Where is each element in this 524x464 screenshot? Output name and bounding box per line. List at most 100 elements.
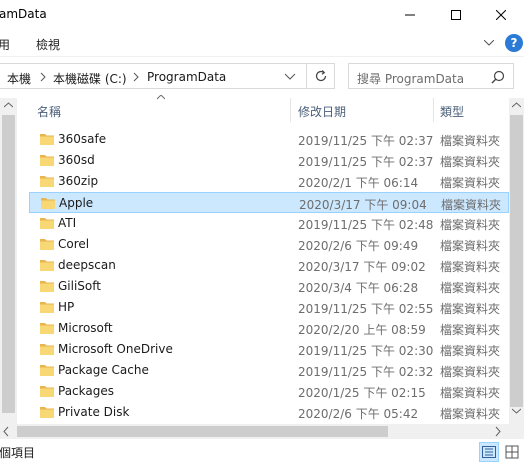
scroll-left-arrow-icon[interactable] (3, 426, 9, 437)
scrollbar-corner (509, 424, 524, 439)
file-name: Private Disk (58, 405, 130, 419)
large-icons-view-button[interactable] (502, 442, 522, 462)
close-icon (496, 10, 506, 20)
file-date-modified: 2020/3/17 下午 09:04 (299, 198, 427, 212)
file-type: 檔案資料夾 (440, 344, 501, 358)
scrollbar-thumb[interactable] (510, 115, 523, 407)
file-date-modified: 2020/3/4 下午 06:28 (298, 281, 419, 295)
large-icons-view-icon (505, 445, 519, 459)
ribbon-tabs: 用 檢視 ? (0, 30, 524, 56)
status-bar: 個項目 (0, 439, 524, 464)
file-name: 360sd (58, 153, 95, 167)
file-row[interactable]: ATI 2019/11/25 下午 02:48 檔案資料夾 (29, 213, 509, 234)
file-row[interactable]: HP 2019/11/25 下午 02:55 檔案資料夾 (29, 297, 509, 318)
file-row[interactable]: Package Cache 2019/11/25 下午 02:32 檔案資料夾 (29, 360, 509, 381)
maximize-button[interactable] (433, 0, 479, 30)
scrollbar-thumb[interactable] (17, 426, 388, 437)
breadcrumb-programdata[interactable]: ProgramData (147, 70, 226, 84)
details-view-icon (482, 446, 496, 458)
file-name: deepscan (58, 258, 116, 272)
column-type[interactable]: 類型 (440, 103, 464, 120)
ribbon-expand-button[interactable] (480, 35, 498, 51)
sort-ascending-icon (157, 95, 165, 100)
minimize-button[interactable] (387, 0, 433, 30)
file-row[interactable]: deepscan 2020/3/17 下午 09:02 檔案資料夾 (29, 255, 509, 276)
breadcrumb-this-pc[interactable]: 本機 (7, 70, 31, 87)
folder-icon (40, 260, 54, 271)
file-type: 檔案資料夾 (440, 386, 501, 400)
folder-icon (40, 134, 54, 145)
file-date-modified: 2019/11/25 下午 02:32 (298, 365, 434, 379)
file-name: 360safe (58, 132, 107, 146)
column-name[interactable]: 名稱 (37, 103, 61, 120)
navigation-pane-scrollbar[interactable] (0, 98, 17, 424)
search-icon[interactable] (491, 70, 505, 84)
title-bar: amData (0, 0, 524, 30)
folder-icon (40, 218, 54, 229)
file-row[interactable]: Microsoft 2020/2/20 上午 08:59 檔案資料夾 (29, 318, 509, 339)
scroll-down-arrow-icon[interactable] (512, 408, 521, 414)
file-type: 檔案資料夾 (441, 198, 502, 212)
file-type: 檔案資料夾 (440, 281, 501, 295)
folder-icon (40, 365, 54, 376)
vertical-scrollbar[interactable] (509, 98, 524, 424)
minimize-icon (405, 14, 415, 16)
chevron-right-icon[interactable] (39, 72, 47, 82)
file-type: 檔案資料夾 (440, 239, 501, 253)
file-name: GiliSoft (58, 279, 101, 293)
address-bar[interactable]: 本機 本機磁碟 (C:) ProgramData (0, 63, 307, 89)
folder-icon (40, 302, 54, 313)
search-box[interactable]: 搜尋 ProgramData (348, 63, 514, 89)
folder-icon (40, 239, 54, 250)
column-header: 名稱 修改日期 類型 (17, 95, 509, 122)
file-date-modified: 2020/2/6 下午 05:42 (298, 407, 419, 421)
file-row[interactable]: Corel 2020/2/6 下午 09:49 檔案資料夾 (29, 234, 509, 255)
file-date-modified: 2019/11/25 下午 02:37 (298, 134, 434, 148)
tab-view[interactable]: 檢視 (36, 36, 60, 53)
file-type: 檔案資料夾 (440, 323, 501, 337)
file-date-modified: 2020/2/1 下午 06:14 (298, 176, 419, 190)
file-row[interactable]: Apple 2020/3/17 下午 09:04 檔案資料夾 (29, 192, 509, 213)
folder-icon (40, 155, 54, 166)
close-button[interactable] (478, 0, 524, 30)
scroll-up-arrow-icon[interactable] (512, 102, 521, 108)
file-type: 檔案資料夾 (440, 218, 501, 232)
chevron-down-icon[interactable] (283, 71, 297, 83)
breadcrumb-local-disk[interactable]: 本機磁碟 (C:) (53, 70, 127, 87)
refresh-icon (315, 70, 326, 82)
tab-share[interactable]: 用 (0, 36, 10, 53)
search-placeholder: 搜尋 ProgramData (357, 72, 465, 86)
column-date-modified[interactable]: 修改日期 (298, 103, 346, 120)
file-type: 檔案資料夾 (440, 302, 501, 316)
details-view-button[interactable] (479, 442, 499, 462)
file-date-modified: 2020/3/17 下午 09:02 (298, 260, 426, 274)
maximize-icon (451, 10, 461, 20)
file-row[interactable]: Private Disk 2020/2/6 下午 05:42 檔案資料夾 (29, 402, 509, 423)
file-name: Microsoft (58, 321, 113, 335)
column-divider[interactable] (290, 98, 291, 122)
file-type: 檔案資料夾 (440, 407, 501, 421)
file-date-modified: 2019/11/25 下午 02:37 (298, 155, 434, 169)
file-row[interactable]: Packages 2020/1/25 下午 02:15 檔案資料夾 (29, 381, 509, 402)
scrollbar-thumb[interactable] (2, 115, 15, 413)
file-row[interactable]: Microsoft OneDrive 2019/11/25 下午 02:30 檔案資… (29, 339, 509, 360)
file-type: 檔案資料夾 (440, 365, 501, 379)
scroll-up-arrow-icon[interactable] (4, 102, 13, 108)
horizontal-scrollbar[interactable] (0, 424, 509, 439)
refresh-button[interactable] (307, 63, 335, 89)
scroll-right-arrow-icon[interactable] (495, 426, 501, 437)
file-row[interactable]: GiliSoft 2020/3/4 下午 06:28 檔案資料夾 (29, 276, 509, 297)
file-row[interactable]: 360sd 2019/11/25 下午 02:37 檔案資料夾 (29, 150, 509, 171)
file-date-modified: 2020/2/20 上午 08:59 (298, 323, 426, 337)
help-button[interactable]: ? (505, 34, 523, 52)
file-name: HP (58, 300, 75, 314)
file-row[interactable]: 360safe 2019/11/25 下午 02:37 檔案資料夾 (29, 129, 509, 150)
file-name: Corel (58, 237, 90, 251)
chevron-right-icon[interactable] (132, 72, 140, 82)
file-name: Packages (58, 384, 114, 398)
folder-icon (40, 407, 54, 418)
column-divider[interactable] (433, 98, 434, 122)
file-type: 檔案資料夾 (440, 134, 501, 148)
file-row[interactable]: 360zip 2020/2/1 下午 06:14 檔案資料夾 (29, 171, 509, 192)
navigation-bar: 本機 本機磁碟 (C:) ProgramData 搜尋 ProgramData (0, 56, 524, 98)
